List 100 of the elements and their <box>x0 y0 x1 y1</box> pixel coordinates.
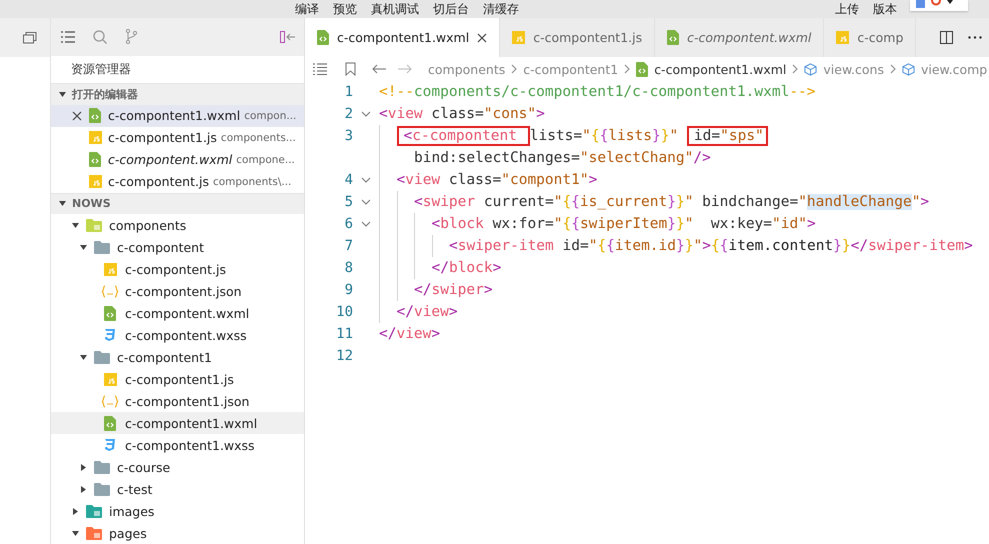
folder-icon <box>94 350 110 364</box>
code-line: <swiper-item id="{{item.id}}">{{item.content}}</swiper-item> <box>449 237 973 256</box>
line-number: 4 <box>344 172 353 188</box>
file-row[interactable]: c-compontent1.json <box>51 390 304 412</box>
more-icon[interactable] <box>968 36 982 39</box>
caret-icon <box>72 222 78 228</box>
split-editor-icon[interactable] <box>940 31 954 44</box>
menu-item[interactable]: 编译 <box>295 1 319 17</box>
caret-icon <box>80 486 86 492</box>
line-number: 12 <box>335 348 353 364</box>
open-editor-item[interactable]: c-compontent.js components\... <box>51 170 304 193</box>
chevron-icon <box>361 199 371 205</box>
js-file-icon <box>88 131 102 144</box>
code-file-icon <box>636 62 648 76</box>
line-number: 11 <box>335 326 353 342</box>
menu-item[interactable]: 上传 <box>835 1 859 17</box>
file-row[interactable]: c-compontent.js <box>51 258 304 280</box>
back-arrow-icon[interactable] <box>372 64 386 74</box>
close-icon[interactable] <box>477 32 488 42</box>
menu-item[interactable]: 预览 <box>333 1 357 17</box>
line-number: 6 <box>344 216 353 232</box>
notepad-icon <box>916 0 925 8</box>
folder-row[interactable]: pages <box>51 522 304 544</box>
file-row[interactable]: c-compontent1.js <box>51 368 304 390</box>
line-number: 9 <box>344 282 353 298</box>
braces-file-icon <box>101 284 119 298</box>
file-row[interactable]: c-compontent.wxml <box>51 302 304 324</box>
folder-icon <box>94 482 110 496</box>
chevron-icon <box>361 221 371 227</box>
breadcrumb-item[interactable]: c-compontent1.wxml <box>654 62 786 76</box>
braces-file-icon <box>101 394 119 408</box>
line-number: 7 <box>344 238 353 254</box>
caret-icon <box>72 530 78 536</box>
code-line: </block> <box>432 259 502 278</box>
file-row[interactable]: c-compontent.wxss <box>51 324 304 346</box>
code-line: </swiper> <box>414 281 493 300</box>
line-number: 2 <box>344 106 353 122</box>
code-line: <!--components/c-compontent1/c-compontent1.wxml--> <box>379 83 816 102</box>
line-number: 1 <box>344 84 353 100</box>
section-header[interactable]: 打开的编辑器 <box>51 83 304 105</box>
file-row[interactable]: c-compontent.json <box>51 280 304 302</box>
style-file-icon <box>104 328 116 342</box>
js-file-icon <box>88 175 102 188</box>
section-header[interactable]: NOWS <box>51 192 304 214</box>
folder-row[interactable]: images <box>51 500 304 522</box>
caret-icon <box>80 464 86 470</box>
folder-icon <box>94 460 110 474</box>
folder-row[interactable]: c-compontent <box>51 236 304 258</box>
code-line: bind:selectChanges="selectChang"/> <box>413 149 711 168</box>
code-file-icon <box>89 108 101 124</box>
code-line: <block wx:for="{{swiperItem}}" wx:key="id"> <box>432 215 816 234</box>
close-icon[interactable] <box>72 110 82 121</box>
js-file-icon <box>104 372 116 386</box>
caret-icon <box>80 354 86 360</box>
style-file-icon <box>104 438 116 452</box>
code-file-icon <box>104 416 116 430</box>
code-line: <swiper current="{{is_current}}" bindchange="handleChange"> <box>414 193 930 212</box>
js-file-icon <box>836 31 850 44</box>
editor-tab[interactable]: c-compontent1.wxml <box>305 18 500 57</box>
section-title: NOWS <box>72 197 111 210</box>
floating-widget[interactable] <box>910 0 968 11</box>
bookmark-icon[interactable] <box>345 62 356 76</box>
folder-row[interactable]: c-test <box>51 478 304 500</box>
menu-item[interactable]: 切后台 <box>433 1 469 17</box>
section-title: 打开的编辑器 <box>72 86 138 102</box>
file-row[interactable]: c-compontent1.wxml <box>51 412 304 434</box>
code-line: <view class="cons"> <box>379 105 545 124</box>
breadcrumb-item[interactable]: c-compontent1 <box>523 62 618 76</box>
open-editor-item[interactable]: c-compontent1.wxml compon... <box>51 104 304 127</box>
line-number: 10 <box>335 304 353 320</box>
code-line: <c-compontent lists="{{lists}}" id="sps" <box>396 125 768 147</box>
open-editor-item[interactable]: c-compontent.wxml compone... <box>51 148 304 171</box>
breadcrumb-item[interactable]: components <box>428 62 506 76</box>
chevron-icon <box>890 64 896 74</box>
code-line: </view> <box>396 303 458 322</box>
list-icon[interactable] <box>313 63 327 75</box>
caret-icon <box>59 90 66 98</box>
menu-item[interactable]: 真机调试 <box>371 1 419 17</box>
caret-icon <box>80 244 86 250</box>
folder-icon <box>94 240 110 254</box>
folder-icon <box>86 218 102 232</box>
code-line: <view class="compont1"> <box>396 171 598 190</box>
code-file-icon <box>89 152 101 168</box>
open-editor-item[interactable]: c-compontent1.js components... <box>51 126 304 149</box>
menu-item[interactable]: 版本 <box>873 1 897 17</box>
folder-row[interactable]: c-compontent1 <box>51 346 304 368</box>
code-file-icon <box>667 30 680 45</box>
folder-row[interactable]: components <box>51 214 304 236</box>
list-icon[interactable] <box>61 30 75 43</box>
chevron-icon <box>361 111 371 117</box>
js-file-icon <box>512 31 526 44</box>
folder-icon <box>86 504 102 518</box>
breadcrumb-item[interactable]: view.cons <box>823 62 884 76</box>
file-row[interactable]: c-compontent1.wxss <box>51 434 304 456</box>
line-number: 5 <box>344 194 353 210</box>
collapse-panel-icon[interactable] <box>280 30 296 43</box>
menu-item[interactable]: 清缓存 <box>483 1 519 17</box>
window-icon[interactable] <box>23 32 37 44</box>
breadcrumb-item[interactable]: view.comp <box>920 62 988 76</box>
folder-row[interactable]: c-course <box>51 456 304 478</box>
